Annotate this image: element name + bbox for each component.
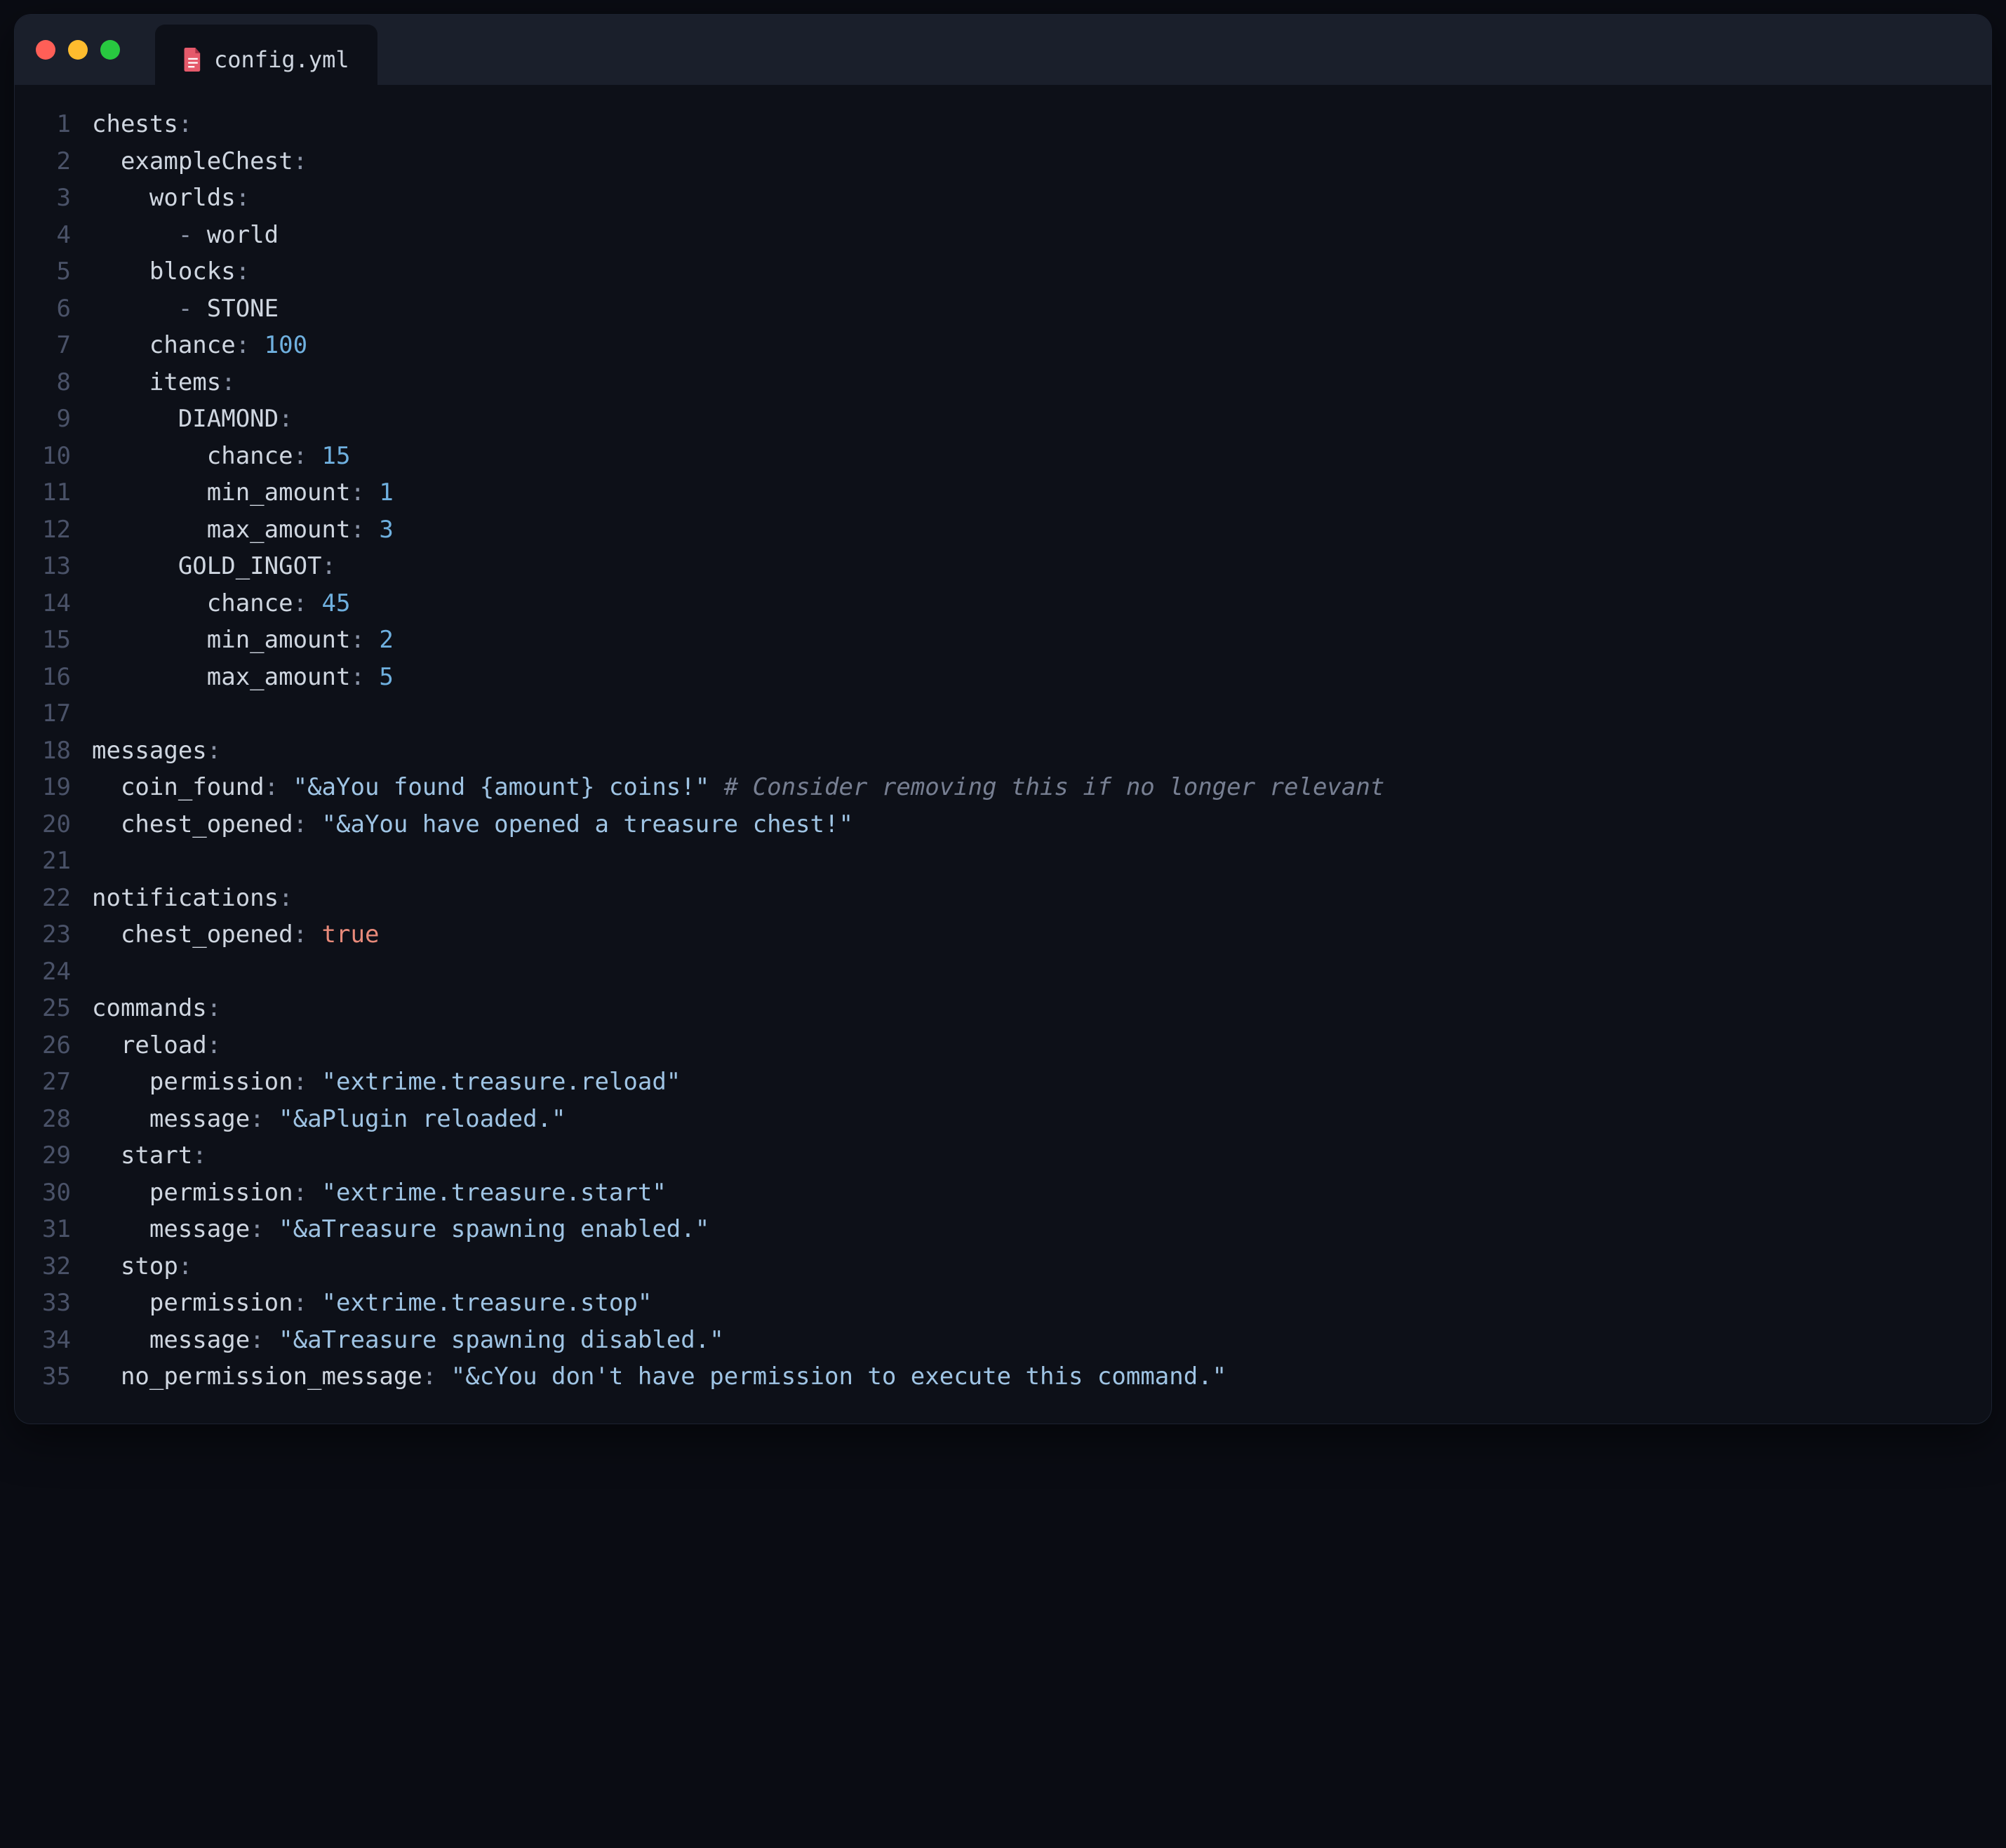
code-line[interactable]: min_amount: 2 — [92, 622, 1970, 659]
line-number: 31 — [15, 1211, 71, 1248]
editor-area[interactable]: 1234567891011121314151617181920212223242… — [15, 85, 1991, 1424]
line-number: 32 — [15, 1248, 71, 1285]
line-number: 17 — [15, 695, 71, 732]
title-bar: config.yml — [15, 15, 1991, 85]
code-line[interactable]: chest_opened: "&aYou have opened a treas… — [92, 806, 1970, 843]
line-number: 15 — [15, 622, 71, 659]
code-line[interactable]: items: — [92, 364, 1970, 401]
line-number-gutter: 1234567891011121314151617181920212223242… — [15, 106, 92, 1395]
line-number: 22 — [15, 880, 71, 917]
line-number: 1 — [15, 106, 71, 143]
code-line[interactable]: - world — [92, 217, 1970, 254]
window-controls — [36, 40, 120, 60]
minimize-icon[interactable] — [68, 40, 88, 60]
code-line[interactable]: min_amount: 1 — [92, 474, 1970, 511]
line-number: 4 — [15, 217, 71, 254]
code-line[interactable]: max_amount: 3 — [92, 511, 1970, 549]
code-line[interactable]: - STONE — [92, 290, 1970, 328]
line-number: 19 — [15, 769, 71, 806]
line-number: 23 — [15, 916, 71, 953]
line-number: 24 — [15, 953, 71, 991]
code-line[interactable]: message: "&aTreasure spawning disabled." — [92, 1322, 1970, 1359]
line-number: 13 — [15, 548, 71, 585]
code-line[interactable]: permission: "extrime.treasure.start" — [92, 1174, 1970, 1212]
line-number: 8 — [15, 364, 71, 401]
line-number: 2 — [15, 143, 71, 180]
code-line[interactable]: chance: 45 — [92, 585, 1970, 622]
code-line[interactable]: blocks: — [92, 253, 1970, 290]
line-number: 11 — [15, 474, 71, 511]
code-line[interactable]: stop: — [92, 1248, 1970, 1285]
line-number: 6 — [15, 290, 71, 328]
line-number: 26 — [15, 1027, 71, 1064]
line-number: 14 — [15, 585, 71, 622]
code-line[interactable]: permission: "extrime.treasure.reload" — [92, 1064, 1970, 1101]
code-line[interactable]: message: "&aPlugin reloaded." — [92, 1101, 1970, 1138]
line-number: 30 — [15, 1174, 71, 1212]
line-number: 29 — [15, 1137, 71, 1174]
line-number: 25 — [15, 990, 71, 1027]
line-number: 27 — [15, 1064, 71, 1101]
line-number: 21 — [15, 843, 71, 880]
file-icon — [183, 48, 203, 72]
line-number: 3 — [15, 180, 71, 217]
line-number: 12 — [15, 511, 71, 549]
line-number: 16 — [15, 659, 71, 696]
line-number: 20 — [15, 806, 71, 843]
code-line[interactable]: coin_found: "&aYou found {amount} coins!… — [92, 769, 1970, 806]
code-line[interactable] — [92, 695, 1970, 732]
tab-label: config.yml — [214, 46, 349, 73]
code-line[interactable]: commands: — [92, 990, 1970, 1027]
code-line[interactable]: reload: — [92, 1027, 1970, 1064]
line-number: 28 — [15, 1101, 71, 1138]
code-line[interactable]: worlds: — [92, 180, 1970, 217]
maximize-icon[interactable] — [100, 40, 120, 60]
code-line[interactable]: no_permission_message: "&cYou don't have… — [92, 1358, 1970, 1395]
code-content[interactable]: chests: exampleChest: worlds: - world bl… — [92, 106, 1991, 1395]
code-line[interactable]: chance: 100 — [92, 327, 1970, 364]
code-line[interactable]: DIAMOND: — [92, 401, 1970, 438]
code-line[interactable]: messages: — [92, 732, 1970, 770]
code-line[interactable]: permission: "extrime.treasure.stop" — [92, 1285, 1970, 1322]
line-number: 35 — [15, 1358, 71, 1395]
line-number: 9 — [15, 401, 71, 438]
code-line[interactable]: chests: — [92, 106, 1970, 143]
line-number: 10 — [15, 438, 71, 475]
line-number: 33 — [15, 1285, 71, 1322]
editor-window: config.yml 12345678910111213141516171819… — [14, 14, 1992, 1424]
code-line[interactable]: chest_opened: true — [92, 916, 1970, 953]
code-line[interactable] — [92, 843, 1970, 880]
line-number: 34 — [15, 1322, 71, 1359]
line-number: 7 — [15, 327, 71, 364]
tab-config-yml[interactable]: config.yml — [155, 25, 377, 95]
close-icon[interactable] — [36, 40, 55, 60]
line-number: 18 — [15, 732, 71, 770]
code-line[interactable]: start: — [92, 1137, 1970, 1174]
code-line[interactable]: exampleChest: — [92, 143, 1970, 180]
code-line[interactable]: message: "&aTreasure spawning enabled." — [92, 1211, 1970, 1248]
code-line[interactable]: GOLD_INGOT: — [92, 548, 1970, 585]
code-line[interactable]: chance: 15 — [92, 438, 1970, 475]
line-number: 5 — [15, 253, 71, 290]
code-line[interactable]: max_amount: 5 — [92, 659, 1970, 696]
code-line[interactable]: notifications: — [92, 880, 1970, 917]
code-line[interactable] — [92, 953, 1970, 991]
